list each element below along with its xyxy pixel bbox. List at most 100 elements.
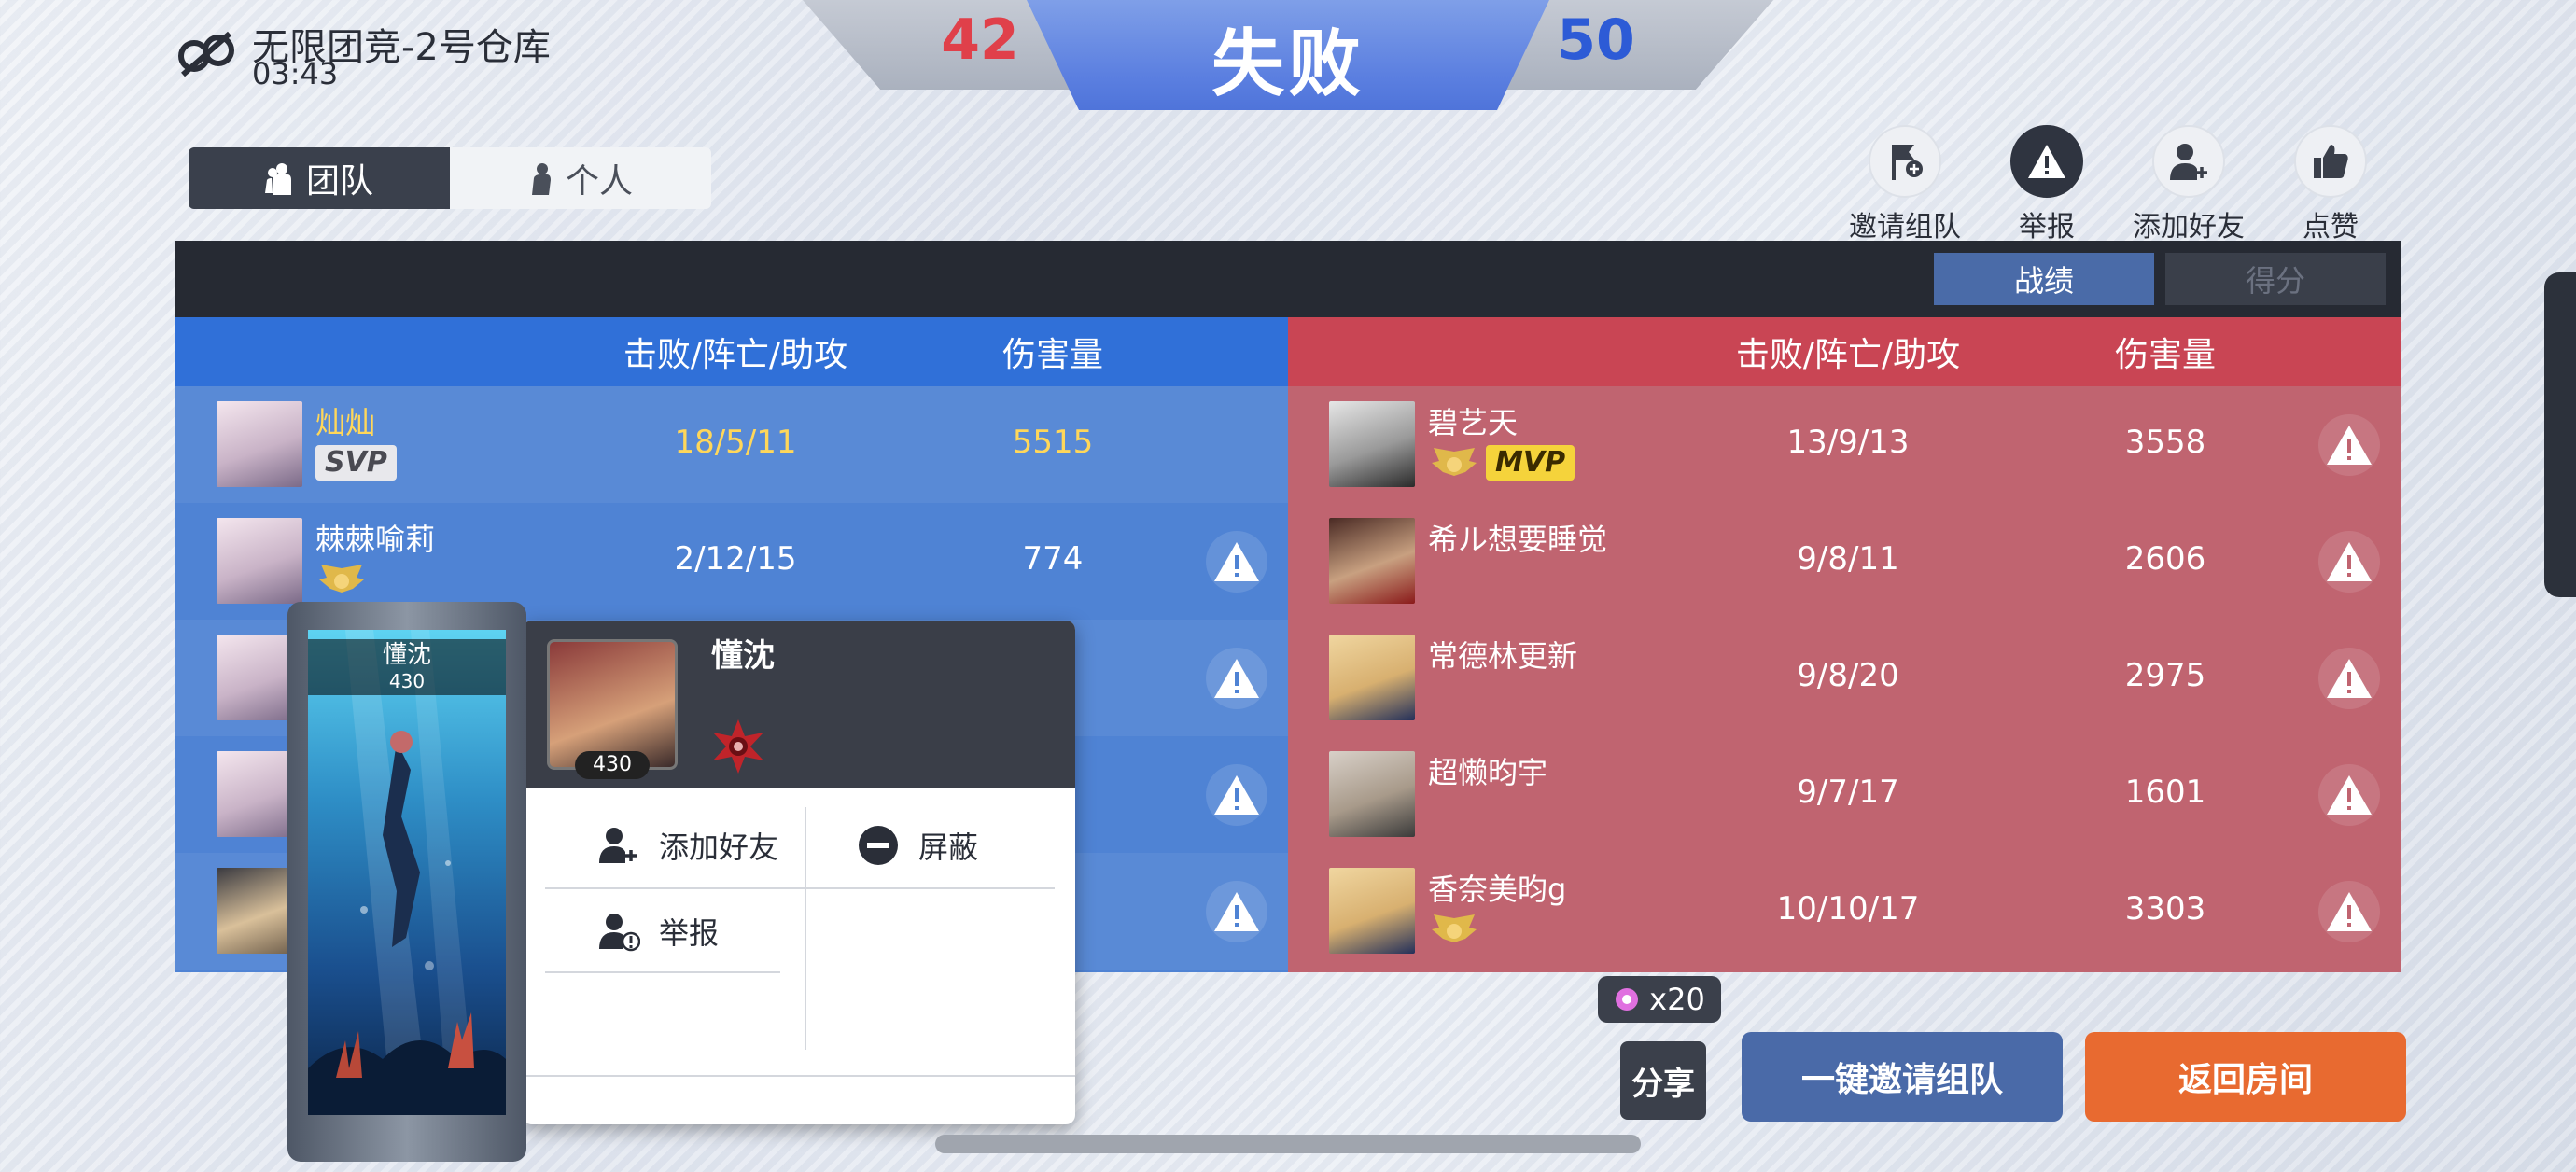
table-row[interactable]: 希ル想要睡觉 9/8/11 2606 [1288,503,2401,620]
add-friend-icon [2152,125,2225,198]
popup-add-friend-label: 添加好友 [659,830,779,865]
return-room-button[interactable]: 返回房间 [2085,1032,2406,1122]
like-label: 点赞 [2303,211,2359,244]
popup-divider [805,807,806,1050]
blue-damage-header: 伤害量 [1001,336,1103,374]
segment-record[interactable]: 战绩 [1934,253,2154,305]
player-damage: 3303 [2124,890,2206,928]
popup-divider [545,971,780,973]
table-row[interactable]: 灿灿 SVP 18/5/11 5515 [175,386,1288,503]
player-name: 香奈美昀g [1428,872,1567,907]
table-row[interactable]: 香奈美昀g 10/10/17 3303 [1288,853,2401,970]
svp-badge: SVP [315,444,397,481]
horizontal-scrollbar[interactable] [935,1135,1641,1153]
player-avatar [217,401,302,487]
report-label: 举报 [2019,211,2075,244]
player-name: 超懒昀宇 [1428,755,1548,790]
share-button[interactable]: 分享 [1620,1041,1706,1120]
table-row[interactable]: 碧艺天 MVP 13/9/13 3558 [1288,386,2401,503]
block-icon [859,826,898,865]
add-friend-action[interactable]: 添加好友 [2119,125,2259,244]
thumbs-up-icon [2294,125,2367,198]
player-damage: 774 [1022,540,1084,578]
warning-icon [1214,775,1259,815]
player-damage: 5515 [1012,424,1094,461]
add-friend-label: 添加好友 [2133,211,2245,244]
report-player-button[interactable] [1206,648,1267,709]
report-player-button[interactable] [2318,648,2380,709]
report-player-button[interactable] [1206,764,1267,826]
popup-block-label: 屏蔽 [918,830,979,865]
invite-team-action[interactable]: 邀请组队 [1835,125,1975,244]
warning-icon [2327,426,2372,465]
blue-kda-header: 击败/阵亡/助攻 [623,336,848,374]
gem-icon [1616,988,1639,1011]
player-damage: 2606 [2124,540,2206,578]
popup-report-button[interactable]: 举报 [597,889,719,973]
card-artwork [308,630,506,1115]
warning-icon [2327,659,2372,698]
rank-emblem-icon [713,719,763,774]
report-action[interactable]: 举报 [1977,125,2117,244]
popup-block-button[interactable]: 屏蔽 [857,803,978,887]
table-row[interactable]: 超懒昀宇 9/7/17 1601 [1288,736,2401,853]
red-team-score: 50 [1557,7,1635,73]
player-name: 希ル想要睡觉 [1428,522,1608,557]
person-icon [531,163,551,195]
tab-person[interactable]: 个人 [450,147,711,209]
report-player-button[interactable] [1206,531,1267,593]
report-player-button[interactable] [1206,881,1267,942]
table-row[interactable]: 常德林更新 9/8/20 2975 [1288,620,2401,736]
team-icon [264,163,291,195]
report-player-button[interactable] [2318,764,2380,826]
warning-icon [2010,125,2083,198]
blue-team-header: 击败/阵亡/助攻 伤害量 [175,317,1288,386]
warning-icon [1214,892,1259,931]
popup-report-label: 举报 [659,915,720,951]
add-friend-icon [599,828,637,863]
side-drawer-handle[interactable] [2544,272,2576,597]
player-name: 灿灿 [315,405,376,440]
game-logo-icon [178,31,234,77]
report-user-icon [599,914,640,952]
wings-medal-icon [319,565,364,593]
red-kda-header: 击败/阵亡/助攻 [1735,336,1961,374]
like-action[interactable]: 点赞 [2261,125,2401,244]
player-popup: 430 懂沈 添加好友 屏蔽 举报 [523,621,1075,1124]
invite-flag-icon [1869,125,1941,198]
gem-counter: x20 [1598,976,1721,1023]
svp-tag: SVP [315,445,397,481]
player-avatar [1329,518,1415,604]
red-damage-header: 伤害量 [2114,336,2216,374]
popup-divider [523,1075,1075,1077]
warning-icon [2327,542,2372,581]
tab-team-label: 团队 [305,162,373,201]
red-team-table: 碧艺天 MVP 13/9/13 3558 希ル想要睡觉 9/8/11 2606 … [1288,386,2401,972]
player-kda: 2/12/15 [674,540,797,578]
player-kda: 10/10/17 [1776,890,1920,928]
card-level: 430 [388,670,426,692]
player-kda: 13/9/13 [1786,424,1910,461]
player-avatar [1329,401,1415,487]
player-avatar [1329,751,1415,837]
segment-score[interactable]: 得分 [2165,253,2386,305]
tab-team[interactable]: 团队 [189,147,450,209]
popup-player-name: 懂沈 [711,637,775,675]
report-player-button[interactable] [2318,531,2380,593]
card-title: 懂沈 430 [308,639,506,695]
popup-header: 430 懂沈 [523,621,1075,788]
player-avatar [1329,868,1415,954]
report-player-button[interactable] [2318,414,2380,476]
warning-icon [1214,659,1259,698]
invite-team-button[interactable]: 一键邀请组队 [1742,1032,2063,1122]
popup-level: 430 [575,751,650,779]
report-player-button[interactable] [2318,881,2380,942]
match-timer: 03:43 [252,56,339,91]
player-name: 常德林更新 [1428,638,1578,674]
gem-count: x20 [1649,982,1705,1017]
popup-add-friend-button[interactable]: 添加好友 [597,803,778,887]
red-team-header: 击败/阵亡/助攻 伤害量 [1288,317,2401,386]
card-player-name: 懂沈 [382,641,431,669]
mvp-badge: MVP [1428,444,1575,481]
player-name: 碧艺天 [1428,405,1519,440]
